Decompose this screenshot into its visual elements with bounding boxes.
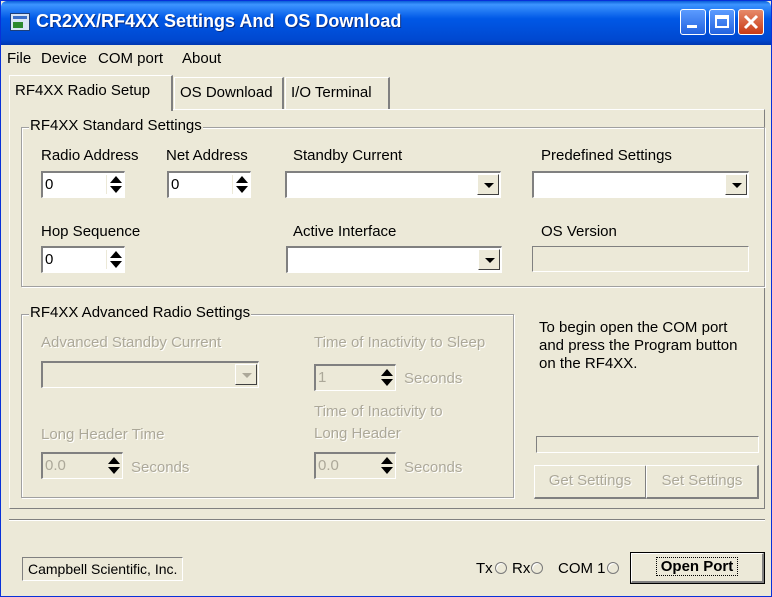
net-address-label: Net Address <box>166 147 248 164</box>
tx-label: Tx <box>476 560 493 577</box>
advanced-standby-current-label: Advanced Standby Current <box>41 334 222 351</box>
time-to-long-header-unit: Seconds <box>404 459 463 476</box>
hop-sequence-value: 0 <box>45 251 54 268</box>
minimize-icon <box>687 25 697 28</box>
standby-current-dropdown[interactable] <box>285 171 501 198</box>
spinner-arrows-icon[interactable] <box>104 456 120 475</box>
long-header-time-spinner[interactable]: 0.0 <box>41 452 123 479</box>
chevron-down-icon[interactable] <box>235 364 257 385</box>
rx-led-icon <box>531 562 543 574</box>
com-port-label: COM 1 <box>558 560 606 577</box>
title-bar[interactable]: CR2XX/RF4XX Settings And OS Download <box>1 1 771 45</box>
os-version-label: OS Version <box>541 223 617 240</box>
chevron-down-icon[interactable] <box>477 174 499 195</box>
radio-address-spinner[interactable]: 0 <box>41 171 125 198</box>
standard-settings-legend: RF4XX Standard Settings <box>29 117 203 134</box>
rx-label: Rx <box>512 560 531 577</box>
active-interface-dropdown[interactable] <box>286 246 502 273</box>
tab-rf4xx-radio-setup[interactable]: RF4XX Radio Setup <box>9 75 173 111</box>
spinner-arrows-icon[interactable] <box>106 250 122 269</box>
spinner-arrows-icon[interactable] <box>377 456 393 475</box>
active-interface-label: Active Interface <box>293 223 397 240</box>
app-window: CR2XX/RF4XX Settings And OS Download Fil… <box>0 0 772 597</box>
instructions-line3: on the RF4XX. <box>539 355 638 372</box>
chevron-down-icon[interactable] <box>725 174 747 195</box>
spinner-arrows-icon[interactable] <box>232 175 248 194</box>
close-icon <box>743 14 759 30</box>
app-icon[interactable] <box>10 13 30 31</box>
long-header-time-label: Long Header Time <box>41 426 165 443</box>
tab-os-download[interactable]: OS Download <box>174 77 284 109</box>
get-settings-button[interactable]: Get Settings <box>534 465 647 499</box>
standby-current-label: Standby Current <box>293 147 403 164</box>
window-title: CR2XX/RF4XX Settings And OS Download <box>36 11 402 31</box>
time-to-sleep-label: Time of Inactivity to Sleep <box>314 334 486 351</box>
open-port-button[interactable]: Open Port <box>630 552 765 584</box>
long-header-time-unit: Seconds <box>131 459 190 476</box>
close-button[interactable] <box>738 9 764 35</box>
time-to-sleep-value: 1 <box>318 369 327 386</box>
time-to-long-header-spinner[interactable]: 0.0 <box>314 452 396 479</box>
predefined-settings-label: Predefined Settings <box>541 147 672 164</box>
com-led-icon <box>607 562 619 574</box>
time-to-sleep-unit: Seconds <box>404 370 463 387</box>
time-to-sleep-spinner[interactable]: 1 <box>314 364 396 391</box>
set-settings-button[interactable]: Set Settings <box>646 465 759 499</box>
advanced-settings-legend: RF4XX Advanced Radio Settings <box>29 304 252 321</box>
maximize-button[interactable] <box>709 9 735 35</box>
menu-file[interactable]: File <box>7 50 31 67</box>
instructions-line1: To begin open the COM port <box>539 319 728 336</box>
open-port-label: Open Port <box>655 557 739 576</box>
company-label: Campbell Scientific, Inc. <box>22 557 184 581</box>
time-to-long-header-label-line2: Long Header <box>314 425 401 442</box>
minimize-button[interactable] <box>680 9 706 35</box>
net-address-value: 0 <box>171 176 180 193</box>
instructions-line2: and press the Program button <box>539 337 738 354</box>
maximize-icon <box>715 15 729 28</box>
time-to-long-header-label-line1: Time of Inactivity to <box>314 403 443 420</box>
hop-sequence-label: Hop Sequence <box>41 223 141 240</box>
hop-sequence-spinner[interactable]: 0 <box>41 246 125 273</box>
menu-com-port[interactable]: COM port <box>98 50 163 67</box>
radio-address-value: 0 <box>45 176 54 193</box>
menu-device[interactable]: Device <box>41 50 87 67</box>
chevron-down-icon[interactable] <box>478 249 500 270</box>
advanced-standby-current-dropdown[interactable] <box>41 361 259 388</box>
os-version-field <box>532 246 749 272</box>
tx-led-icon <box>495 562 507 574</box>
spinner-arrows-icon[interactable] <box>377 368 393 387</box>
status-divider <box>9 519 765 521</box>
menu-bar: File Device COM port About <box>1 45 771 71</box>
tab-io-terminal[interactable]: I/O Terminal <box>285 77 390 109</box>
progress-bar <box>536 436 759 453</box>
menu-about[interactable]: About <box>182 50 221 67</box>
time-to-long-header-value: 0.0 <box>318 457 339 474</box>
predefined-settings-dropdown[interactable] <box>532 171 749 198</box>
spinner-arrows-icon[interactable] <box>106 175 122 194</box>
net-address-spinner[interactable]: 0 <box>167 171 251 198</box>
radio-address-label: Radio Address <box>41 147 139 164</box>
long-header-time-value: 0.0 <box>45 457 66 474</box>
